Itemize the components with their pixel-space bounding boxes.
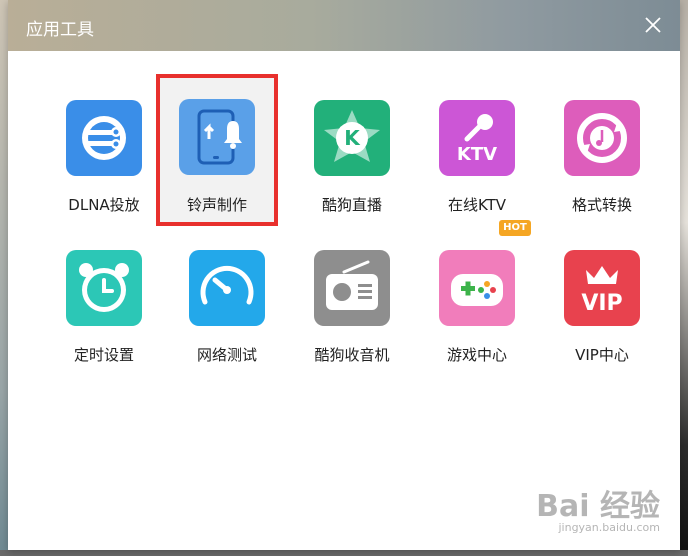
app-label: 酷狗直播 <box>321 196 382 214</box>
app-radio[interactable]: 酷狗收音机 <box>292 226 412 376</box>
ktv-icon: KTV <box>439 100 515 176</box>
app-game-center[interactable]: HOT 游戏中心 <box>417 220 537 376</box>
live-icon: K <box>314 100 390 176</box>
app-label: 定时设置 <box>73 346 134 364</box>
app-label: 网络测试 <box>196 346 257 364</box>
svg-text:KTV: KTV <box>457 144 497 165</box>
vip-icon: VIP <box>564 250 640 326</box>
app-vip-center[interactable]: VIP VIP中心 <box>542 226 662 376</box>
dialog-title: 应用工具 <box>26 20 94 40</box>
dlna-icon <box>66 100 142 176</box>
background-bottom <box>0 550 688 556</box>
app-label: 游戏中心 <box>446 346 507 364</box>
app-label: 铃声制作 <box>186 196 247 214</box>
svg-text:K: K <box>344 126 361 150</box>
title-bar: 应用工具 <box>8 0 680 51</box>
app-label: 酷狗收音机 <box>314 346 390 364</box>
app-dlna[interactable]: DLNA投放 <box>44 76 164 226</box>
app-alarm[interactable]: 定时设置 <box>44 226 164 376</box>
ringtone-icon <box>179 99 255 175</box>
gamepad-icon <box>439 250 515 326</box>
watermark-brand: Bai 经验 <box>536 489 660 524</box>
convert-icon <box>564 100 640 176</box>
radio-icon <box>314 250 390 326</box>
app-label: 格式转换 <box>571 196 632 214</box>
background-left <box>0 0 8 556</box>
app-label: DLNA投放 <box>68 196 140 214</box>
app-ktv[interactable]: KTV 在线KTV <box>417 76 537 226</box>
app-live[interactable]: K 酷狗直播 <box>292 76 412 226</box>
app-label: 在线KTV <box>447 196 507 214</box>
baidu-watermark: Bai 经验 jingyan.baidu.com <box>536 481 660 534</box>
hot-badge: HOT <box>499 220 531 236</box>
close-icon[interactable] <box>640 12 666 38</box>
background-right <box>680 0 688 556</box>
app-convert[interactable]: 格式转换 <box>542 76 662 226</box>
app-network-test[interactable]: 网络测试 <box>167 226 287 376</box>
app-label: VIP中心 <box>575 346 629 364</box>
alarm-icon <box>66 250 142 326</box>
app-tools-dialog: 应用工具 DLNA投放 铃声制作 K 酷狗直播 KTV 在线KTV 格式转换 定… <box>8 0 680 550</box>
app-ringtone[interactable]: 铃声制作 <box>156 74 278 226</box>
svg-text:VIP: VIP <box>581 291 622 316</box>
speed-icon <box>189 250 265 326</box>
